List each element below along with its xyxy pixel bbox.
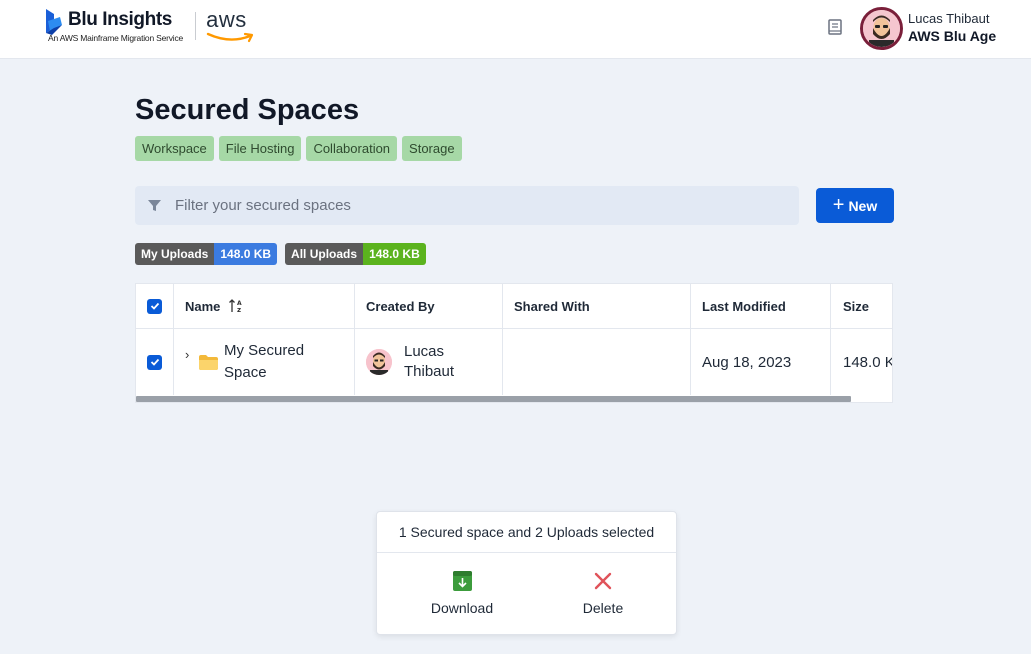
- row-name[interactable]: My Secured Space: [224, 340, 324, 384]
- table-row[interactable]: › My Secured Space Lucas Thibaut Aug 18,…: [136, 329, 893, 395]
- book-icon[interactable]: [826, 18, 844, 36]
- row-name-cell: › My Secured Space: [174, 329, 355, 395]
- user-avatar[interactable]: [860, 7, 903, 50]
- all-uploads-value: 148.0 KB: [363, 243, 426, 265]
- secured-spaces-table: Name A z Created By Shared With Last Mod…: [135, 283, 893, 403]
- tag-workspace: Workspace: [135, 136, 214, 161]
- usage-badges: My Uploads 148.0 KB All Uploads 148.0 KB: [135, 243, 426, 265]
- brand-title: Blu Insights: [68, 9, 172, 30]
- user-avatar-image: [863, 10, 900, 47]
- blu-insights-mark-icon: [46, 9, 62, 35]
- tag-list: Workspace File Hosting Collaboration Sto…: [135, 136, 462, 161]
- my-uploads-badge: My Uploads 148.0 KB: [135, 243, 278, 265]
- row-size: 148.0 K: [843, 353, 893, 371]
- select-all-cell: [136, 284, 174, 328]
- all-uploads-badge: All Uploads 148.0 KB: [285, 243, 426, 265]
- selection-summary: 1 Secured space and 2 Uploads selected: [377, 512, 676, 553]
- tag-collaboration: Collaboration: [306, 136, 398, 161]
- row-select-cell: [136, 329, 174, 395]
- column-header-created-by[interactable]: Created By: [355, 284, 503, 328]
- folder-icon: [199, 354, 218, 370]
- plus-icon: +: [832, 193, 845, 216]
- column-header-size[interactable]: Size: [831, 284, 892, 328]
- aws-logo: aws: [206, 8, 258, 44]
- tag-file-hosting: File Hosting: [218, 136, 302, 161]
- check-icon: [150, 302, 159, 310]
- row-checkbox[interactable]: [147, 354, 162, 370]
- column-header-name-label: Name: [185, 298, 221, 314]
- creator-avatar-image: [366, 349, 392, 375]
- delete-label: Delete: [582, 600, 624, 616]
- row-created-by: Lucas Thibaut: [404, 343, 455, 380]
- row-shared-with: [503, 329, 691, 395]
- chevron-right-icon[interactable]: ›: [185, 347, 199, 362]
- my-uploads-label: My Uploads: [135, 243, 215, 265]
- check-icon: [150, 358, 159, 366]
- column-header-last-modified[interactable]: Last Modified: [691, 284, 831, 328]
- new-button[interactable]: + New: [816, 188, 894, 223]
- my-uploads-value: 148.0 KB: [214, 243, 278, 265]
- filter-input[interactable]: [175, 186, 775, 225]
- sort-az-icon[interactable]: A z: [228, 298, 244, 314]
- new-button-label: New: [848, 197, 878, 214]
- top-navigation-bar: Blu Insights An AWS Mainframe Migration …: [0, 0, 1031, 59]
- horizontal-scrollbar[interactable]: [136, 396, 851, 402]
- user-organization: AWS Blu Age: [908, 28, 997, 44]
- page-title: Secured Spaces: [135, 94, 360, 126]
- filter-bar: [135, 186, 799, 225]
- user-name: Lucas Thibaut: [908, 11, 990, 26]
- all-uploads-label: All Uploads: [285, 243, 364, 265]
- row-created-by-cell: Lucas Thibaut: [355, 329, 503, 395]
- download-icon: [452, 571, 472, 591]
- row-last-modified: Aug 18, 2023: [691, 329, 831, 395]
- brand-subtitle: An AWS Mainframe Migration Service: [48, 33, 184, 43]
- svg-text:z: z: [237, 306, 241, 314]
- download-button[interactable]: Download: [407, 568, 517, 616]
- tag-storage: Storage: [402, 136, 462, 161]
- column-header-name[interactable]: Name A z: [174, 284, 355, 328]
- logo-divider: [195, 12, 197, 40]
- selection-action-panel: 1 Secured space and 2 Uploads selected D…: [376, 511, 677, 635]
- aws-smile-icon: [206, 32, 254, 43]
- download-label: Download: [430, 600, 494, 616]
- delete-x-icon: [594, 572, 612, 590]
- table-header-row: Name A z Created By Shared With Last Mod…: [136, 284, 892, 329]
- column-header-shared-with[interactable]: Shared With: [503, 284, 691, 328]
- filter-icon: [148, 200, 161, 211]
- select-all-checkbox[interactable]: [147, 298, 162, 314]
- creator-avatar: [366, 349, 392, 375]
- aws-logo-text: aws: [206, 7, 247, 32]
- blu-insights-logo[interactable]: Blu Insights An AWS Mainframe Migration …: [44, 8, 258, 48]
- delete-button[interactable]: Delete: [548, 568, 658, 616]
